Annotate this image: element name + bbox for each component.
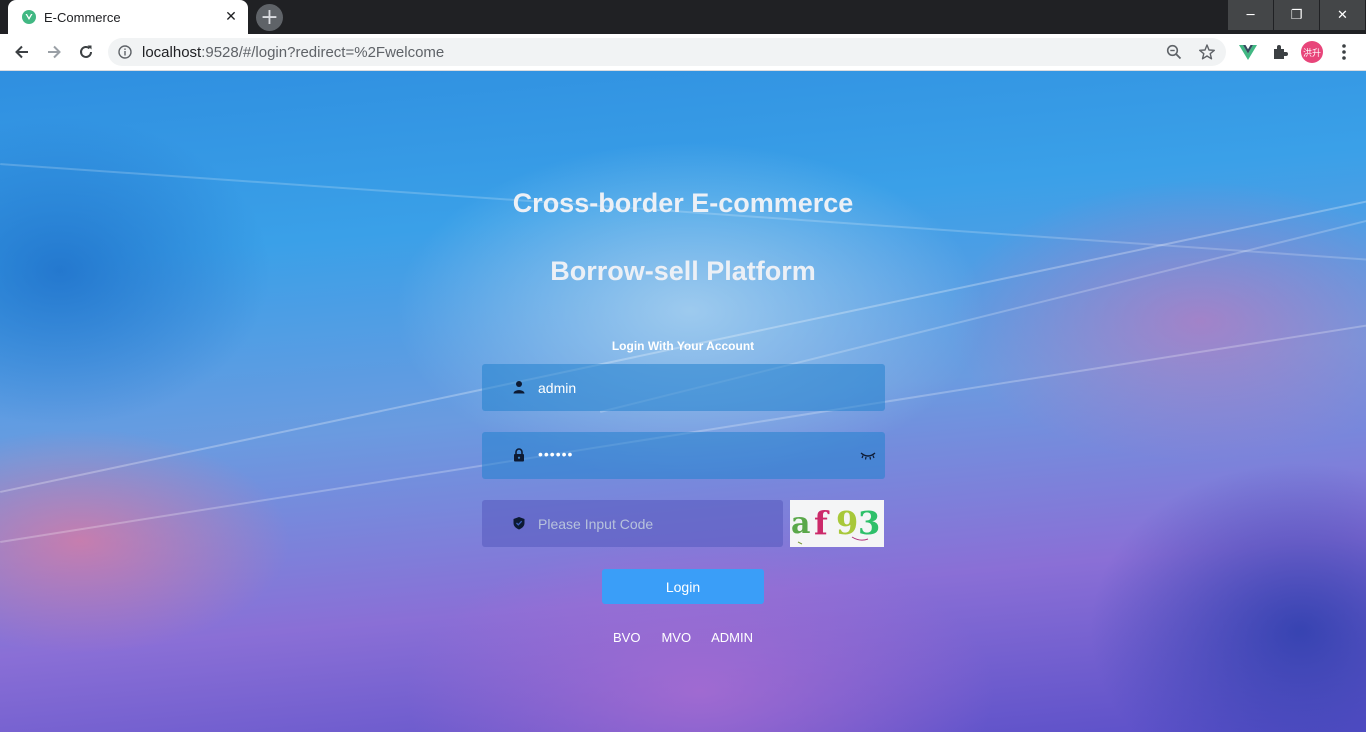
extensions-icon[interactable] bbox=[1270, 42, 1290, 62]
eye-closed-icon[interactable] bbox=[860, 450, 876, 460]
address-bar[interactable]: localhost:9528/#/login?redirect=%2Fwelco… bbox=[108, 38, 1226, 66]
window-restore-button[interactable]: ❐ bbox=[1274, 0, 1319, 30]
url-path: :9528/#/login?redirect=%2Fwelcome bbox=[201, 44, 445, 61]
browser-titlebar: E-Commerce ✕ + ─ ❐ ✕ bbox=[0, 0, 1366, 34]
password-input[interactable]: •••••• bbox=[538, 446, 573, 462]
vue-favicon-icon bbox=[22, 10, 36, 24]
back-button[interactable] bbox=[8, 38, 36, 66]
role-link-mvo[interactable]: MVO bbox=[661, 630, 691, 645]
forward-button[interactable] bbox=[40, 38, 68, 66]
vue-devtools-icon[interactable] bbox=[1238, 42, 1258, 62]
window-minimize-button[interactable]: ─ bbox=[1228, 0, 1273, 30]
role-link-bvo[interactable]: BVO bbox=[613, 630, 640, 645]
tab-title: E-Commerce bbox=[44, 10, 121, 25]
username-input[interactable] bbox=[538, 364, 838, 411]
username-field[interactable] bbox=[482, 364, 885, 411]
forward-arrow-icon bbox=[48, 45, 61, 59]
tab-close-icon[interactable]: ✕ bbox=[222, 8, 240, 26]
url-text[interactable]: localhost:9528/#/login?redirect=%2Fwelco… bbox=[142, 44, 444, 61]
lock-icon bbox=[514, 448, 524, 462]
menu-icon[interactable] bbox=[1336, 42, 1352, 62]
captcha-noise-lines bbox=[797, 536, 869, 545]
page-title-line2: Borrow-sell Platform bbox=[550, 256, 816, 286]
login-subtitle: Login With Your Account bbox=[611, 339, 755, 353]
code-field[interactable] bbox=[482, 500, 838, 547]
new-tab-button[interactable]: + bbox=[256, 4, 283, 31]
window-close-button[interactable]: ✕ bbox=[1320, 0, 1365, 30]
star-icon[interactable] bbox=[1198, 43, 1216, 61]
reload-icon bbox=[80, 45, 92, 58]
role-links: BVO MVO ADMIN bbox=[0, 630, 1366, 645]
zoom-icon[interactable] bbox=[1166, 44, 1182, 60]
shield-icon bbox=[513, 517, 525, 530]
page-title-line1: Cross-border E-commerce bbox=[512, 188, 854, 218]
site-info-icon[interactable] bbox=[118, 45, 132, 59]
url-host: localhost bbox=[142, 44, 202, 61]
login-button[interactable]: Login bbox=[602, 569, 764, 604]
reload-button[interactable] bbox=[72, 38, 100, 66]
password-field[interactable]: •••••• bbox=[482, 432, 885, 479]
profile-avatar[interactable]: 洪升 bbox=[1301, 41, 1323, 63]
browser-tab[interactable]: E-Commerce ✕ bbox=[8, 0, 248, 34]
role-link-admin[interactable]: ADMIN bbox=[711, 630, 753, 645]
captcha-image[interactable]: a f 9 3 bbox=[790, 500, 884, 547]
user-icon bbox=[513, 381, 525, 394]
browser-toolbar: localhost:9528/#/login?redirect=%2Fwelco… bbox=[0, 34, 1366, 71]
back-arrow-icon bbox=[15, 45, 28, 59]
login-page: Cross-border E-commerce Borrow-sell Plat… bbox=[0, 71, 1366, 732]
